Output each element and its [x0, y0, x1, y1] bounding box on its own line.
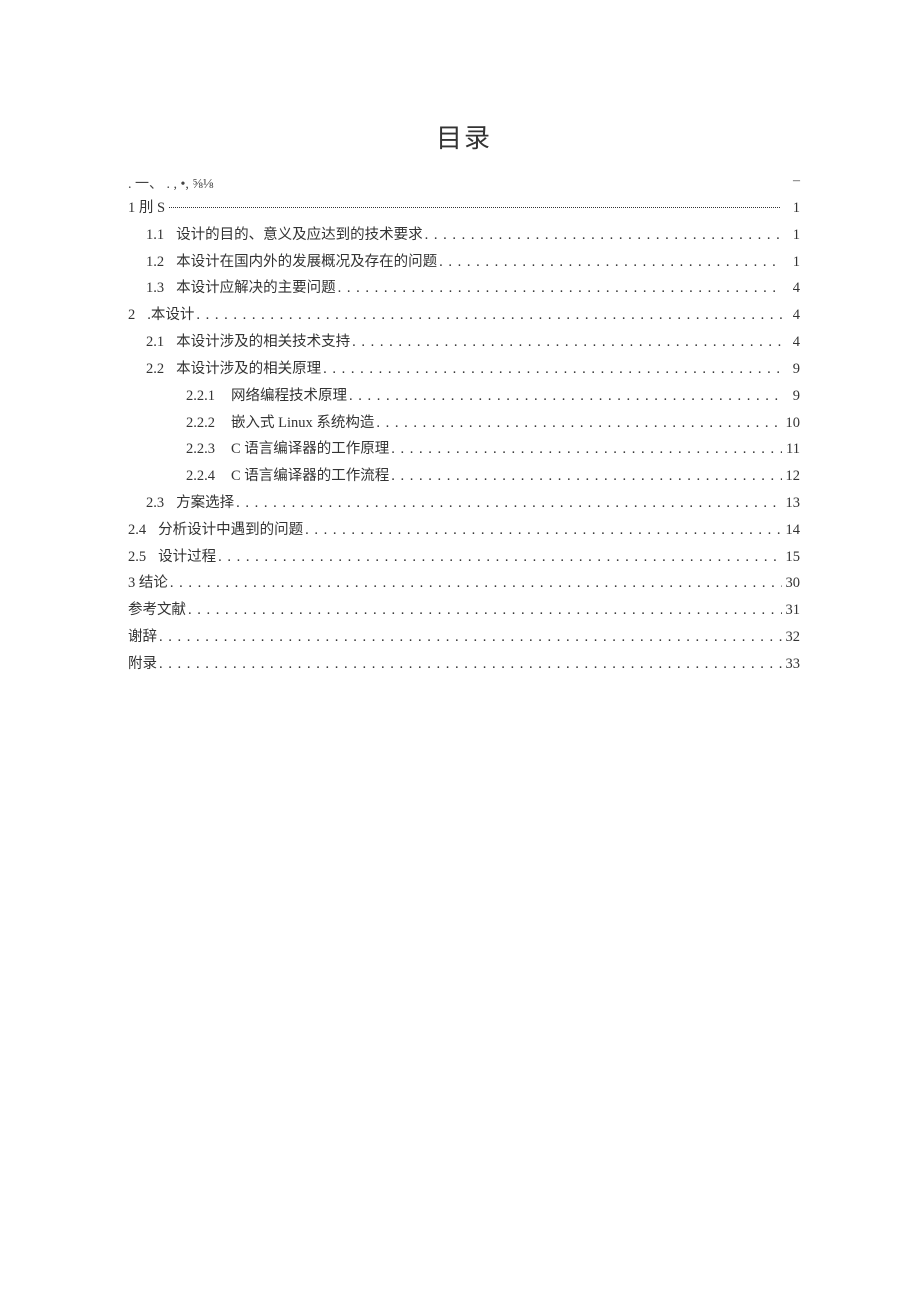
- toc-page-number: 11: [784, 436, 800, 463]
- toc-leader-dots: [305, 517, 782, 544]
- toc-entry: 2.2.1 网络编程技术原理 9: [128, 383, 800, 410]
- toc-page-number: 10: [784, 410, 800, 437]
- toc-text: C 语言编译器的工作原理: [231, 436, 389, 463]
- toc-leader-dots: [338, 275, 782, 302]
- toc-leader-dots: [352, 329, 782, 356]
- toc-text: 设计的目的、意义及应达到的技术要求: [176, 222, 423, 249]
- toc-leader-dots: [188, 597, 782, 624]
- toc-number: 2.2.1: [186, 383, 215, 410]
- toc-entry: 参考文献 31: [128, 597, 800, 624]
- toc-entry: 3 结论 30: [128, 570, 800, 597]
- toc-leader-dots: [425, 222, 782, 249]
- toc-entry: 谢辞 32: [128, 624, 800, 651]
- toc-leader-dots: [218, 544, 782, 571]
- toc-leader-dots: [323, 356, 782, 383]
- toc-page-number: 4: [784, 329, 800, 356]
- toc-text: 本设计涉及的相关原理: [176, 356, 321, 383]
- toc-page-number: 4: [784, 275, 800, 302]
- toc-number: 2.5: [128, 544, 146, 571]
- toc-leader-dots: [439, 249, 782, 276]
- fragment-right: –: [793, 173, 800, 189]
- toc-page-number: 14: [784, 517, 800, 544]
- toc-leader-dots: [196, 302, 782, 329]
- toc-entry: 1 刖 S 1: [128, 195, 800, 222]
- toc-text: 嵌入式 Linux 系统构造: [231, 410, 374, 437]
- toc-entry: 2.2 本设计涉及的相关原理 9: [128, 356, 800, 383]
- toc-entry: 2.5 设计过程 15: [128, 544, 800, 571]
- toc-page-number: 12: [784, 463, 800, 490]
- toc-text: 分析设计中遇到的问题: [158, 517, 303, 544]
- toc-entry: 2.1 本设计涉及的相关技术支持 4: [128, 329, 800, 356]
- toc-leader-dots: [169, 207, 780, 208]
- toc-entry: 附录 33: [128, 651, 800, 678]
- toc-number: 2.4: [128, 517, 146, 544]
- toc-leader-dots: [236, 490, 782, 517]
- toc-leader-dots: [159, 651, 782, 678]
- toc-number: 1.2: [146, 249, 164, 276]
- toc-entry: 1.3 本设计应解决的主要问题 4: [128, 275, 800, 302]
- table-of-contents: 1 刖 S 1 1.1 设计的目的、意义及应达到的技术要求 1 1.2 本设计在国内外的发展…: [128, 195, 800, 678]
- toc-page-number: 13: [784, 490, 800, 517]
- toc-leader-dots: [376, 410, 782, 437]
- toc-number: 2.1: [146, 329, 164, 356]
- toc-number: 1.1: [146, 222, 164, 249]
- toc-page-number: 9: [784, 383, 800, 410]
- toc-text: 本设计应解决的主要问题: [176, 275, 336, 302]
- toc-number: 2: [128, 302, 135, 329]
- toc-page-number: 1: [784, 249, 800, 276]
- toc-number: 2.2.2: [186, 410, 215, 437]
- toc-entry: 1.1 设计的目的、意义及应达到的技术要求 1: [128, 222, 800, 249]
- toc-number: 2.2.4: [186, 463, 215, 490]
- toc-entry: 2 .本设计 4: [128, 302, 800, 329]
- toc-text: 1 刖 S: [128, 195, 165, 222]
- toc-number: 2.2: [146, 356, 164, 383]
- toc-title: 目录: [128, 118, 800, 155]
- toc-text: 方案选择: [176, 490, 234, 517]
- toc-page-number: 4: [784, 302, 800, 329]
- toc-page-number: 1: [784, 222, 800, 249]
- toc-entry: 2.2.4 C 语言编译器的工作流程 12: [128, 463, 800, 490]
- toc-page-number: 32: [784, 624, 800, 651]
- toc-entry: 2.2.3 C 语言编译器的工作原理 11: [128, 436, 800, 463]
- toc-text: C 语言编译器的工作流程: [231, 463, 389, 490]
- fragment-left: . 一、 . , •, ⅝⅛: [128, 177, 213, 192]
- toc-entry: 2.2.2 嵌入式 Linux 系统构造 10: [128, 410, 800, 437]
- toc-text: 网络编程技术原理: [231, 383, 347, 410]
- toc-leader-dots: [159, 624, 782, 651]
- toc-leader-dots: [170, 570, 782, 597]
- toc-entry: 2.3 方案选择 13: [128, 490, 800, 517]
- toc-text: 参考文献: [128, 597, 186, 624]
- toc-text: 本设计涉及的相关技术支持: [176, 329, 350, 356]
- toc-page-number: 9: [784, 356, 800, 383]
- document-page: 目录 . 一、 . , •, ⅝⅛ – 1 刖 S 1 1.1 设计的目的、意义及应达…: [0, 0, 920, 1301]
- toc-text: 谢辞: [128, 624, 157, 651]
- toc-leader-dots: [391, 463, 782, 490]
- toc-text: 本设计在国内外的发展概况及存在的问题: [176, 249, 437, 276]
- toc-leader-dots: [391, 436, 782, 463]
- toc-number: 2.3: [146, 490, 164, 517]
- toc-text: 附录: [128, 651, 157, 678]
- toc-number: 1.3: [146, 275, 164, 302]
- toc-page-number: 15: [784, 544, 800, 571]
- toc-number: 2.2.3: [186, 436, 215, 463]
- toc-leader-dots: [349, 383, 782, 410]
- ocr-fragment-line: . 一、 . , •, ⅝⅛ –: [128, 173, 800, 193]
- toc-text: .本设计: [147, 302, 194, 329]
- toc-page-number: 31: [784, 597, 800, 624]
- toc-text: 3 结论: [128, 570, 168, 597]
- toc-page-number: 33: [784, 651, 800, 678]
- toc-page-number: 1: [784, 195, 800, 222]
- toc-entry: 1.2 本设计在国内外的发展概况及存在的问题 1: [128, 249, 800, 276]
- toc-page-number: 30: [784, 570, 800, 597]
- toc-text: 设计过程: [158, 544, 216, 571]
- toc-entry: 2.4 分析设计中遇到的问题 14: [128, 517, 800, 544]
